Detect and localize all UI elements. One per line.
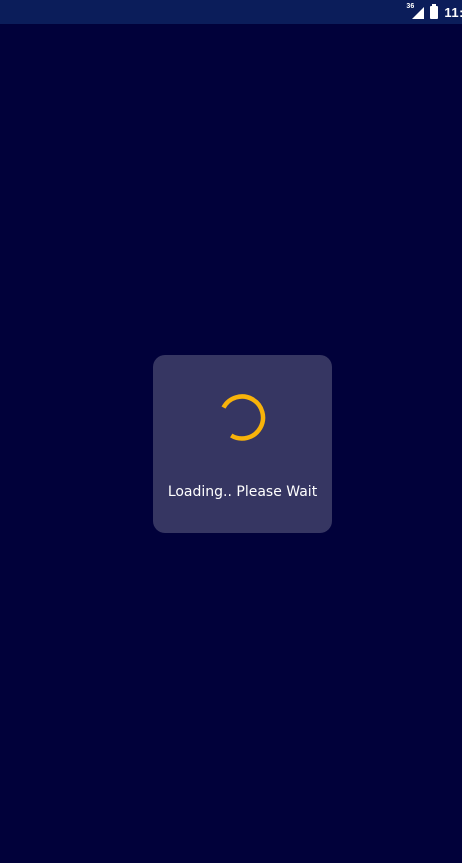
status-icons: 36 11: xyxy=(406,0,462,24)
battery-icon xyxy=(430,3,439,19)
status-bar: 36 11: xyxy=(0,0,462,24)
cellular-signal-icon: 36 xyxy=(406,3,425,19)
loading-spinner-icon xyxy=(221,394,266,441)
loading-dialog: Loading.. Please Wait xyxy=(153,355,332,533)
loading-message: Loading.. Please Wait xyxy=(167,484,318,500)
status-clock: 11: xyxy=(444,4,462,20)
